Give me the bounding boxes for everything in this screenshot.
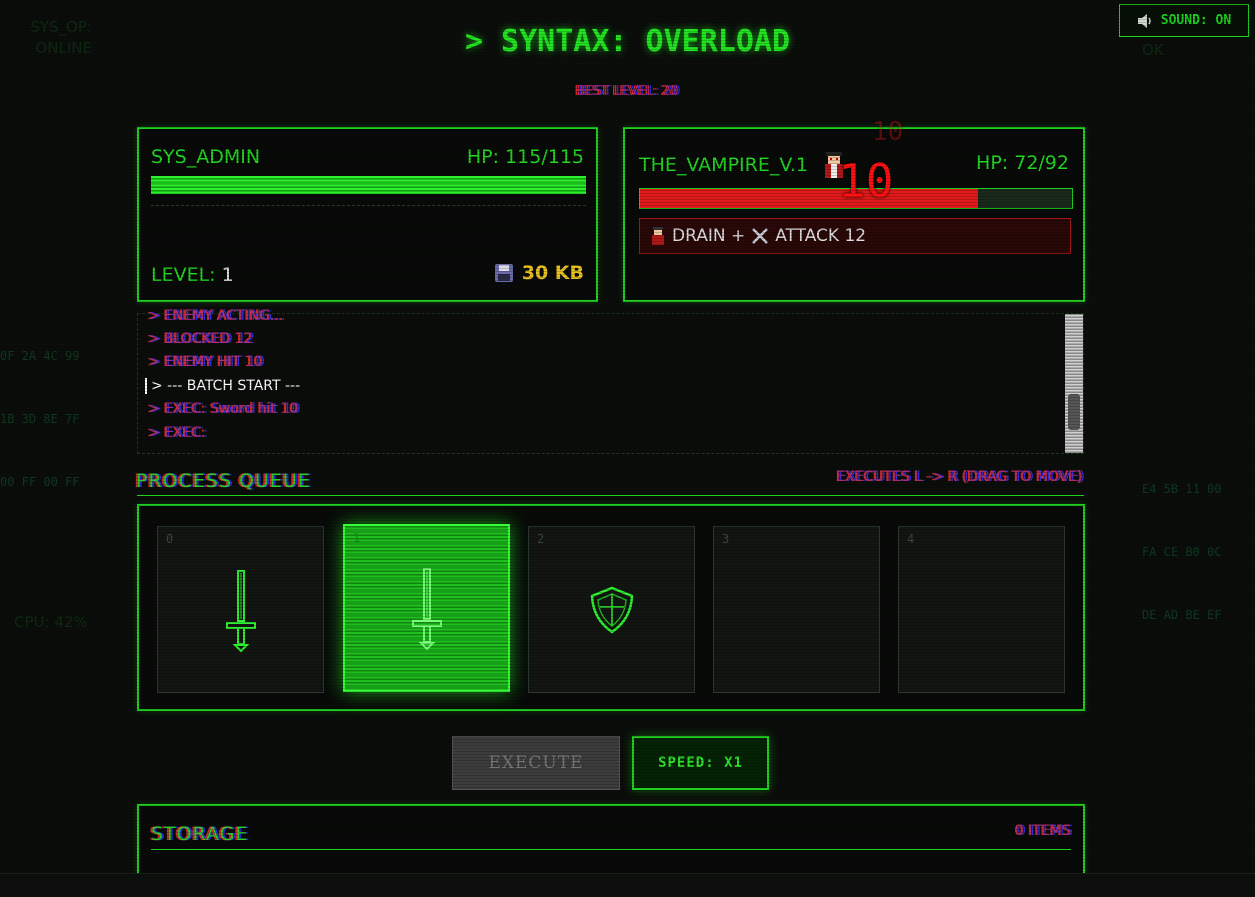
enemy-name: THE_VAMPIRE_V.1 [639,154,809,176]
storage-rule [151,849,1071,850]
enemy-hp-fill [640,189,979,208]
log-scrollbar[interactable] [1065,314,1083,453]
hex-line: 1B 3D 8E 7F [0,412,80,426]
enemy-name-row: THE_VAMPIRE_V.1 [639,152,846,178]
player-level: LEVEL: 1 [151,264,234,286]
crossed-swords-icon [752,228,769,244]
enemy-hp: HP: 72/92 [976,152,1069,174]
queue-hint: EXECUTES L -> R (DRAG TO MOVE) [836,469,1084,485]
queue-slot[interactable]: 0 [157,526,324,693]
hex-line: 0F 2A 4C 99 [0,349,80,363]
level-label: LEVEL: [151,264,216,286]
hex-dump-left: 0F 2A 4C 99 1B 3D 8E 7F 00 FF 00 FF [0,304,79,514]
slot-index: 2 [537,532,545,546]
enemy-intent: DRAIN + ATTACK 12 [639,218,1071,254]
page-title: > SYNTAX: OVERLOAD [464,24,791,59]
bottom-bar [0,873,1255,897]
execute-button[interactable]: EXECUTE [452,736,620,790]
player-currency: 30 KB [494,262,584,284]
log-line: > EXEC: Sword hit 10 [148,401,299,417]
speed-button[interactable]: SPEED: X1 [632,736,769,790]
player-name: SYS_ADMIN [151,146,261,168]
shield-icon[interactable] [587,585,637,635]
queue-slot[interactable]: 3 [713,526,880,693]
player-hp-bar [151,176,586,194]
damage-number-ghost: 10 [872,117,904,147]
storage-title: STORAGE [151,823,249,845]
hex-line: 00 FF 00 FF [0,475,80,489]
damage-number: 10 [838,154,894,208]
log-line: > BLOCKED 12 [148,331,253,347]
player-hp: HP: 115/115 [466,146,584,168]
slot-index: 3 [722,532,730,546]
scrollbar-thumb[interactable] [1068,394,1080,430]
log-line-current: > --- BATCH START --- [145,378,300,394]
log-line: > EXEC: [148,425,206,441]
log-line: > ENEMY HIT 10 [148,354,263,370]
floppy-disk-icon [494,264,513,282]
slot-index: 0 [166,532,174,546]
player-hp-fill [151,176,586,194]
level-value: 1 [221,264,234,286]
hex-dump-right: E4 5B 11 00 FA CE B0 0C DE AD BE EF [1142,437,1221,647]
sword-icon[interactable] [221,567,261,653]
queue-slot-active[interactable]: 1 [343,524,510,692]
player-divider [151,205,586,206]
sword-icon[interactable] [407,565,447,651]
combat-log[interactable]: > ENEMY ACTING... > BLOCKED 12 > ENEMY H… [137,308,1084,454]
vampire-drain-icon [652,227,664,245]
hex-line: FA CE B0 0C [1142,545,1222,559]
log-line: > ENEMY ACTING... [148,308,284,322]
currency-value: 30 KB [521,262,584,284]
process-queue: 0 1 2 3 4 [137,504,1085,711]
player-panel: SYS_ADMIN HP: 115/115 LEVEL: 1 30 KB [137,127,598,302]
cpu-readout: CPU: 42% [14,613,88,631]
hex-line: DE AD BE EF [1142,608,1222,622]
queue-slot[interactable]: 4 [898,526,1065,693]
storage-panel: STORAGE 0 ITEMS [137,804,1085,884]
slot-index: 1 [353,531,361,545]
queue-rule [137,495,1084,496]
queue-title: PROCESS QUEUE [136,470,311,492]
queue-slot[interactable]: 2 [528,526,695,693]
slot-index: 4 [907,532,915,546]
intent-drain: DRAIN + [672,226,746,246]
hex-line: E4 5B 11 00 [1142,482,1222,496]
intent-attack: ATTACK 12 [775,226,867,246]
best-level: BEST LEVEL: 20 [576,84,679,99]
storage-count: 0 ITEMS [1015,823,1071,839]
